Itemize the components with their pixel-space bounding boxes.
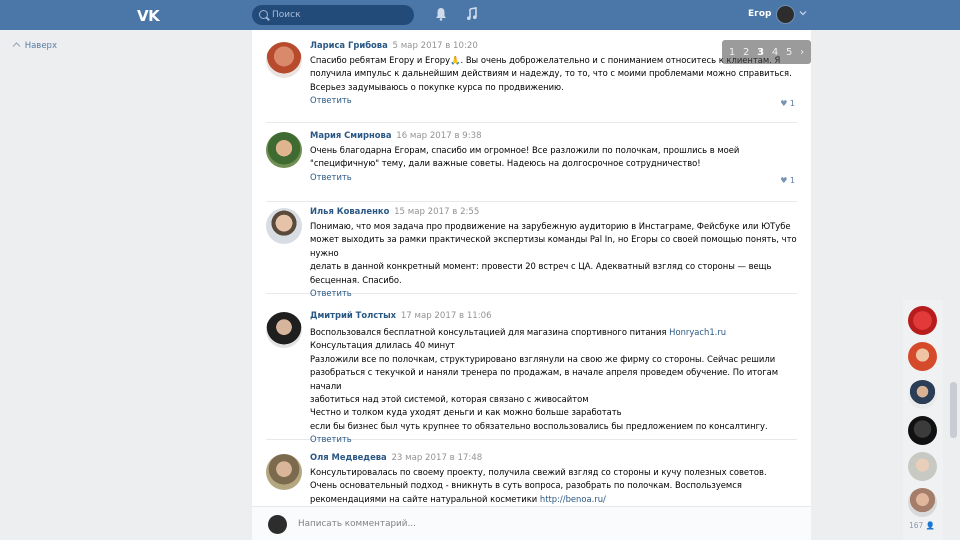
comment-header: Дмитрий Толстых 17 мар 2017 в 11:06 — [310, 310, 797, 321]
reply-link[interactable]: Ответить — [310, 434, 797, 444]
chevron-down-icon[interactable] — [799, 9, 807, 17]
chevron-up-icon — [12, 41, 22, 51]
comment-item: Дмитрий Толстых 17 мар 2017 в 11:06 Восп… — [266, 310, 797, 444]
viewers-count: 167 — [909, 521, 924, 530]
reply-link[interactable]: Ответить — [310, 288, 797, 298]
user-name[interactable]: Егор — [748, 9, 771, 19]
page-link-current[interactable]: 3 — [757, 47, 764, 58]
comment-item: Мария Смирнова 16 мар 2017 в 9:38 Очень … — [266, 130, 797, 202]
reply-link[interactable]: Ответить — [310, 95, 797, 105]
comment-avatar[interactable] — [266, 208, 302, 244]
page-link[interactable]: 1 — [729, 47, 735, 58]
comment-author[interactable]: Мария Смирнова — [310, 130, 392, 140]
comment-header: Мария Смирнова 16 мар 2017 в 9:38 — [310, 130, 797, 141]
composer-avatar — [268, 515, 287, 534]
bell-icon[interactable] — [434, 7, 448, 23]
rail-avatar[interactable] — [908, 306, 937, 335]
comment-date[interactable]: 16 мар 2017 в 9:38 — [396, 131, 481, 141]
comment-item: Лариса Грибова 5 мар 2017 в 10:20 Спасиб… — [266, 40, 797, 123]
rail-avatar[interactable] — [908, 380, 937, 409]
comment-text: Консультировалась по своему проекту, пол… — [310, 466, 797, 506]
heart-icon: ♥ — [780, 99, 788, 108]
pagination: 1 2 3 4 5 › — [722, 40, 811, 64]
right-rail: 167 👤 — [903, 300, 943, 540]
back-label: Наверх — [24, 41, 57, 51]
page-link[interactable]: 2 — [743, 47, 749, 58]
comment-text: Очень благодарна Егорам, спасибо им огро… — [310, 145, 740, 169]
comment-avatar[interactable] — [266, 42, 302, 78]
like-count: 1 — [789, 99, 795, 108]
back-to-top-link[interactable]: Наверх — [12, 41, 57, 51]
next-page-icon[interactable]: › — [800, 47, 804, 58]
page-link[interactable]: 4 — [772, 47, 778, 58]
comment-date[interactable]: 5 мар 2017 в 10:20 — [393, 41, 478, 51]
rail-avatar[interactable] — [908, 488, 937, 517]
rail-avatar[interactable] — [908, 452, 937, 481]
top-bar: VK Егор — [0, 0, 960, 30]
comments-panel: Лариса Грибова 5 мар 2017 в 10:20 Спасиб… — [252, 30, 811, 540]
comment-text-prefix: Консультировалась по своему проекту, пол… — [310, 467, 767, 504]
comment-text-lead: Воспользовался бесплатной консультацией … — [310, 326, 797, 339]
comment-header: Оля Медведева 23 мар 2017 в 17:48 — [310, 452, 797, 463]
comment-item: Илья Коваленко 15 мар 2017 в 2:55 Понима… — [266, 206, 797, 298]
comment-date[interactable]: 17 мар 2017 в 11:06 — [401, 311, 492, 321]
vk-logo[interactable]: VK — [137, 7, 160, 25]
comment-header: Илья Коваленко 15 мар 2017 в 2:55 — [310, 206, 797, 217]
search-input[interactable] — [272, 8, 408, 22]
scrollbar-thumb[interactable] — [950, 382, 957, 438]
comment-author[interactable]: Оля Медведева — [310, 452, 387, 462]
comment-avatar[interactable] — [266, 132, 302, 168]
reply-link[interactable]: Ответить — [310, 172, 797, 182]
comment-text: Консультация длилась 40 минут Разложили … — [310, 340, 779, 431]
header-avatar[interactable] — [776, 5, 795, 24]
like-count: 1 — [789, 176, 795, 185]
person-icon: 👤 — [925, 521, 936, 530]
comment-avatar[interactable] — [266, 454, 302, 490]
comment-text-prefix: Воспользовался бесплатной консультацией … — [310, 327, 670, 337]
like-button[interactable]: ♥ 1 — [780, 176, 795, 185]
comment-author[interactable]: Дмитрий Толстых — [310, 310, 396, 320]
inline-link[interactable]: Honryach1.ru — [669, 327, 726, 337]
heart-icon: ♥ — [780, 176, 788, 185]
rail-count[interactable]: 167 👤 — [909, 521, 935, 530]
search-icon — [259, 10, 268, 19]
comment-author[interactable]: Лариса Грибова — [310, 40, 388, 50]
search-box[interactable] — [252, 5, 414, 25]
comment-avatar[interactable] — [266, 312, 302, 348]
rail-avatar[interactable] — [908, 416, 937, 445]
music-note-icon[interactable] — [465, 7, 479, 23]
comment-input[interactable] — [298, 516, 598, 531]
comment-composer — [252, 506, 811, 540]
inline-link[interactable]: http://benoa.ru/ — [540, 494, 606, 504]
comment-text: Понимаю, что моя задача про продвижение … — [310, 221, 797, 285]
comment-date[interactable]: 23 мар 2017 в 17:48 — [391, 453, 482, 463]
like-button[interactable]: ♥ 1 — [780, 99, 795, 108]
page-link[interactable]: 5 — [786, 47, 792, 58]
comment-date[interactable]: 15 мар 2017 в 2:55 — [394, 207, 479, 217]
comment-author[interactable]: Илья Коваленко — [310, 206, 389, 216]
rail-avatar[interactable] — [908, 342, 937, 371]
